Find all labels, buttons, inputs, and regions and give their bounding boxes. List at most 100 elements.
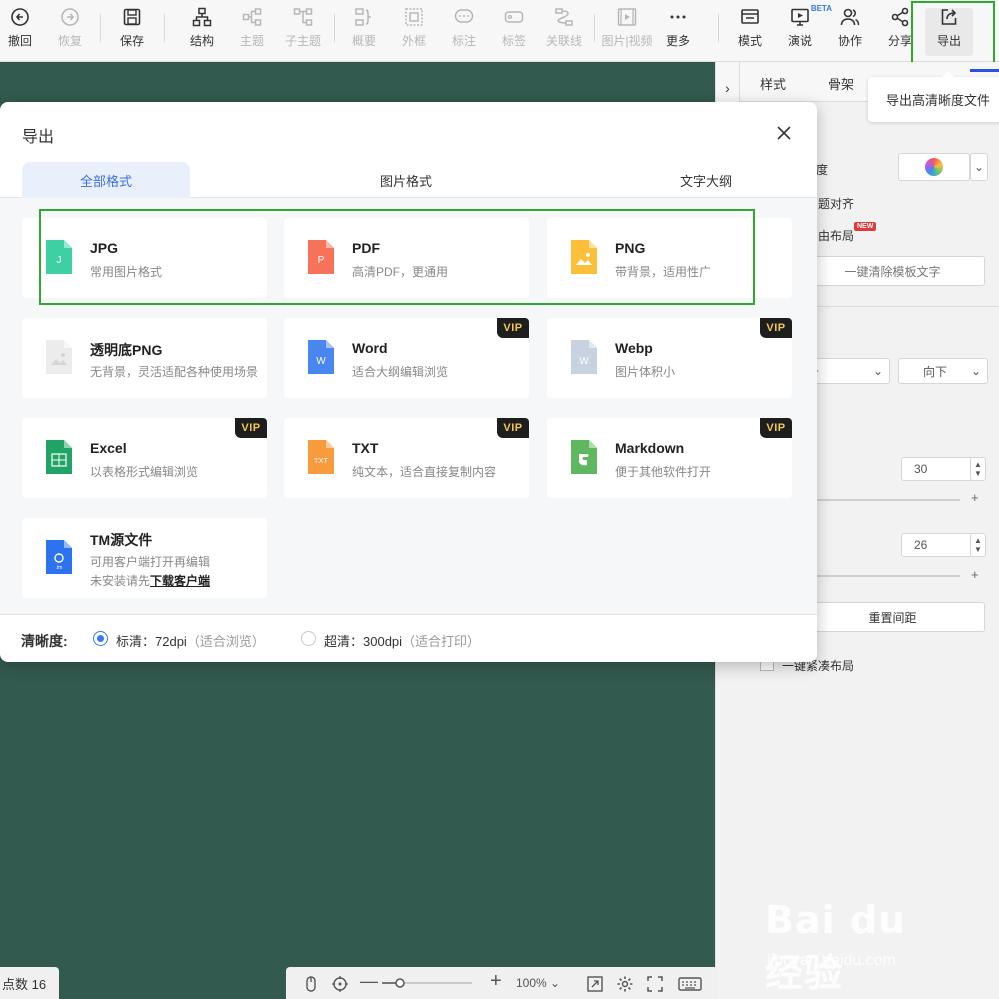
zoom-bar: — + 100% ⌄ bbox=[286, 967, 718, 999]
relation-line-label: 关联线 bbox=[545, 34, 582, 48]
collaborate-button[interactable]: 协作 bbox=[834, 6, 866, 56]
collaborate-icon bbox=[839, 6, 861, 28]
spacing-stepper-1[interactable]: ▲ ▼ bbox=[970, 457, 986, 481]
toolbar-divider bbox=[164, 14, 165, 42]
callout-button[interactable]: 标注 bbox=[448, 6, 480, 56]
spacing-stepper-2[interactable]: ▲ ▼ bbox=[970, 533, 986, 557]
tag-icon bbox=[503, 6, 525, 28]
redo-icon bbox=[59, 6, 81, 28]
tab-text-outline[interactable]: 文字大纲 bbox=[622, 162, 790, 198]
save-button[interactable]: 保存 bbox=[116, 6, 148, 56]
vip-badge: VIP bbox=[760, 318, 792, 338]
format-card-webp[interactable]: W Webp 图片体积小 VIP bbox=[547, 318, 792, 398]
panel-row-align: 题对齐 bbox=[818, 197, 855, 211]
plus-icon[interactable]: + bbox=[971, 490, 979, 505]
mode-label: 模式 bbox=[737, 34, 762, 48]
more-button[interactable]: 更多 bbox=[662, 6, 694, 56]
format-card-tm[interactable]: .tm TM源文件 可用客户端打开再编辑 未安装请先下载客户端 bbox=[22, 518, 267, 598]
fullscreen-icon[interactable] bbox=[646, 975, 664, 993]
format-name: TXT bbox=[352, 440, 379, 456]
tag-button[interactable]: 标签 bbox=[498, 6, 530, 56]
tab-skeleton[interactable]: 骨架 bbox=[828, 74, 854, 93]
format-desc: 以表格形式编辑浏览 bbox=[90, 465, 199, 479]
zoom-slider[interactable] bbox=[382, 974, 472, 992]
option-hd-text: 超清：300dpi bbox=[324, 634, 403, 649]
close-button[interactable] bbox=[775, 124, 793, 142]
more-label: 更多 bbox=[665, 34, 690, 48]
download-client-link[interactable]: 下载客户端 bbox=[150, 574, 210, 588]
tm-file-icon: .tm bbox=[46, 540, 72, 574]
format-name: Markdown bbox=[615, 440, 685, 456]
summary-button[interactable]: 概要 bbox=[348, 6, 380, 56]
mode-button[interactable]: 模式 bbox=[734, 6, 766, 56]
keyboard-icon[interactable] bbox=[678, 975, 702, 993]
chevron-down-icon: ⌄ bbox=[550, 976, 561, 990]
chevron-down-icon: ⌄ bbox=[973, 160, 985, 174]
media-button[interactable]: 图片|视频 bbox=[600, 6, 654, 56]
format-name: Word bbox=[352, 340, 388, 356]
tab-image-formats[interactable]: 图片格式 bbox=[322, 162, 490, 198]
option-hd[interactable]: 超清：300dpi（适合打印） bbox=[324, 631, 480, 650]
summary-label: 概要 bbox=[351, 34, 376, 48]
mode-icon bbox=[739, 6, 761, 28]
option-standard-text: 标清：72dpi bbox=[116, 634, 187, 649]
mouse-icon[interactable] bbox=[302, 975, 320, 993]
frame-button[interactable]: 外框 bbox=[398, 6, 430, 56]
topic-button[interactable]: 主题 bbox=[236, 6, 268, 56]
fit-screen-icon[interactable] bbox=[586, 975, 604, 993]
subtopic-button[interactable]: 子主题 bbox=[284, 6, 322, 56]
option-hd-note: （适合打印） bbox=[402, 634, 481, 649]
format-desc: 便于其他软件打开 bbox=[615, 465, 712, 479]
collaborate-label: 协作 bbox=[837, 34, 862, 48]
frame-label: 外框 bbox=[401, 34, 426, 48]
tab-all-formats[interactable]: 全部格式 bbox=[22, 162, 190, 198]
clear-template-text-button[interactable]: 一键清除模板文字 bbox=[800, 256, 985, 286]
present-button[interactable]: 演说 BETA bbox=[784, 4, 832, 56]
radio-standard[interactable] bbox=[93, 631, 108, 646]
zoom-out-icon[interactable]: — bbox=[360, 971, 378, 992]
structure-button[interactable]: 结构 bbox=[186, 6, 218, 56]
excel-file-icon bbox=[46, 440, 72, 474]
zoom-in-icon[interactable]: + bbox=[490, 970, 502, 993]
svg-text:W: W bbox=[579, 356, 589, 367]
vip-badge: VIP bbox=[235, 418, 267, 438]
undo-label: 撤回 bbox=[7, 34, 32, 48]
callout-icon bbox=[453, 6, 475, 28]
format-card-word[interactable]: W Word 适合大纲编辑浏览 VIP bbox=[284, 318, 529, 398]
export-dialog: 导出 全部格式 图片格式 文字大纲 J JPG 常用图片格式 P PDF 高清P… bbox=[0, 102, 817, 662]
color-picker[interactable] bbox=[898, 153, 970, 181]
clarity-options: 清晰度: 标清：72dpi（适合浏览） 超清：300dpi（适合打印） bbox=[0, 614, 817, 662]
structure-icon bbox=[191, 6, 213, 28]
radio-hd[interactable] bbox=[301, 631, 316, 646]
summary-icon bbox=[353, 6, 375, 28]
format-card-excel[interactable]: Excel 以表格形式编辑浏览 VIP bbox=[22, 418, 267, 498]
locate-icon[interactable] bbox=[331, 975, 349, 993]
undo-button[interactable]: 撤回 bbox=[4, 6, 36, 56]
close-icon bbox=[775, 126, 793, 146]
beta-badge: BETA bbox=[810, 4, 832, 13]
spacing-input-1[interactable]: 30 bbox=[901, 457, 973, 481]
svg-text:.tm: .tm bbox=[56, 565, 63, 571]
tab-style[interactable]: 样式 bbox=[760, 74, 786, 93]
format-card-transparent-png[interactable]: 透明底PNG 无背景，灵活适配各种使用场景 bbox=[22, 318, 267, 398]
dialog-title: 导出 bbox=[22, 129, 55, 146]
relation-line-button[interactable]: 关联线 bbox=[544, 6, 584, 56]
settings-icon[interactable] bbox=[616, 975, 634, 993]
topic-label: 主题 bbox=[239, 34, 264, 48]
webp-file-icon: W bbox=[571, 340, 597, 374]
baidu-jingyan-watermark: Bai du 经验 jingyan.baidu.com bbox=[765, 888, 955, 995]
spacing-slider-1[interactable] bbox=[816, 499, 960, 501]
node-count-text: 点数 16 bbox=[2, 976, 47, 992]
color-dropdown-arrow[interactable]: ⌄ bbox=[970, 153, 988, 181]
format-card-markdown[interactable]: Markdown 便于其他软件打开 VIP bbox=[547, 418, 792, 498]
plus-icon[interactable]: + bbox=[971, 567, 979, 582]
spacing-slider-2[interactable] bbox=[816, 575, 960, 577]
spacing-input-2[interactable]: 26 bbox=[901, 533, 973, 557]
option-standard[interactable]: 标清：72dpi（适合浏览） bbox=[116, 631, 265, 650]
reset-spacing-button[interactable]: 重置间距 bbox=[800, 602, 985, 632]
format-card-txt[interactable]: TXT TXT 纯文本，适合直接复制内容 VIP bbox=[284, 418, 529, 498]
highlight-image-formats-box bbox=[39, 209, 755, 305]
redo-button[interactable]: 恢复 bbox=[54, 6, 86, 56]
zoom-level-dropdown[interactable]: 100% ⌄ bbox=[516, 976, 560, 990]
direction-dropdown[interactable]: 向下 ⌄ bbox=[898, 358, 988, 384]
